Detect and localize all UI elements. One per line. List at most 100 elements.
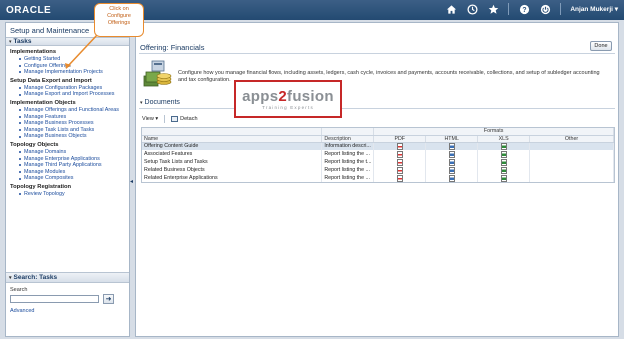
xls-file-icon[interactable]: [500, 150, 507, 158]
search-tasks-panel: ▾ Search: Tasks Search ➜ Advanced: [6, 272, 129, 336]
bullet-icon: [19, 64, 21, 67]
task-link-manage-task-lists[interactable]: Manage Task Lists and Tasks: [10, 127, 128, 134]
advanced-search-link[interactable]: Advanced: [10, 308, 34, 314]
html-file-icon[interactable]: [448, 150, 455, 158]
collapse-triangle-icon[interactable]: ▾: [9, 275, 12, 281]
task-link-label: Manage Business Processes: [24, 120, 94, 127]
table-row[interactable]: Offering Content Guide Information descr…: [142, 142, 614, 150]
callout-line: Offerings: [107, 20, 131, 26]
column-header-name[interactable]: Name: [142, 135, 323, 143]
task-link-label: Manage Enterprise Applications: [24, 155, 100, 162]
tasks-header-label: Tasks: [13, 38, 32, 45]
column-header-description[interactable]: Description: [321, 135, 375, 143]
header-icons: ? Anjan Mukerji ▾: [445, 3, 618, 15]
task-link-review-topology[interactable]: Review Topology: [10, 191, 128, 198]
table-row[interactable]: Related Enterprise Applications Report l…: [142, 174, 614, 182]
detach-button[interactable]: Detach: [171, 116, 198, 122]
task-link-manage-domains[interactable]: Manage Domains: [10, 149, 128, 156]
task-link-manage-business-processes[interactable]: Manage Business Processes: [10, 120, 128, 127]
collapse-triangle-icon[interactable]: ▾: [9, 39, 12, 45]
task-link-configure-offerings[interactable]: Configure Offerings: [10, 63, 128, 70]
power-icon[interactable]: [539, 3, 551, 15]
cell-other: [529, 174, 614, 182]
search-tasks-header[interactable]: ▾ Search: Tasks: [6, 273, 129, 283]
search-input[interactable]: [10, 295, 99, 303]
task-link-label: Manage Third Party Applications: [24, 162, 102, 169]
xls-file-icon[interactable]: [500, 166, 507, 174]
column-header-spacer: [321, 128, 375, 136]
bullet-icon: [19, 109, 21, 112]
task-link-label: Manage Features: [24, 113, 67, 120]
home-icon[interactable]: [445, 3, 457, 15]
search-tasks-title: Search: Tasks: [13, 274, 58, 281]
task-link-manage-configuration-packages[interactable]: Manage Configuration Packages: [10, 85, 128, 92]
user-menu[interactable]: Anjan Mukerji ▾: [570, 5, 618, 13]
bullet-icon: [19, 135, 21, 138]
html-file-icon[interactable]: [448, 166, 455, 174]
task-link-getting-started[interactable]: Getting Started: [10, 56, 128, 63]
task-link-manage-business-objects[interactable]: Manage Business Objects: [10, 133, 128, 140]
cell-name: Related Business Objects: [142, 166, 323, 174]
documents-table: Formats Name Description PDF HTML XLS Ot…: [141, 127, 615, 183]
arrow-right-icon: ➜: [105, 296, 112, 303]
detach-label: Detach: [180, 116, 198, 122]
collapse-triangle-icon[interactable]: ▾: [140, 100, 143, 106]
task-link-manage-modules[interactable]: Manage Modules: [10, 169, 128, 176]
task-link-label: Manage Implementation Projects: [24, 69, 103, 76]
search-go-button[interactable]: ➜: [103, 294, 114, 304]
documents-header[interactable]: ▾ Documents: [140, 99, 180, 106]
table-row[interactable]: Associated Features Report listing the .…: [142, 150, 614, 158]
task-link-manage-composites[interactable]: Manage Composites: [10, 175, 128, 182]
help-icon[interactable]: ?: [518, 3, 530, 15]
task-group-title: Implementation Objects: [10, 99, 76, 106]
task-link-label: Manage Modules: [24, 168, 66, 175]
task-link-manage-enterprise-applications[interactable]: Manage Enterprise Applications: [10, 156, 128, 163]
cell-xls: [477, 174, 531, 182]
cell-pdf: [373, 150, 427, 158]
html-file-icon[interactable]: [448, 158, 455, 166]
task-link-manage-implementation-projects[interactable]: Manage Implementation Projects: [10, 69, 128, 76]
header-divider: [560, 3, 562, 15]
xls-file-icon[interactable]: [500, 158, 507, 166]
instruction-callout: Click on Configure Offerings: [94, 3, 144, 37]
pdf-file-icon[interactable]: [396, 142, 403, 150]
task-link-manage-offerings[interactable]: Manage Offerings and Functional Areas: [10, 107, 128, 114]
tasks-header[interactable]: ▾ Tasks: [6, 37, 129, 46]
pdf-file-icon[interactable]: [396, 158, 403, 166]
xls-file-icon[interactable]: [500, 142, 507, 150]
bullet-icon: [19, 171, 21, 174]
task-link-manage-export-import[interactable]: Manage Export and Import Processes: [10, 91, 128, 98]
pdf-file-icon[interactable]: [396, 166, 403, 174]
task-link-label: Configure Offerings: [24, 62, 71, 69]
cell-xls: [477, 150, 531, 158]
watermark-suffix: fusion: [287, 87, 334, 105]
task-link-manage-third-party-applications[interactable]: Manage Third Party Applications: [10, 162, 128, 169]
task-group-title: Topology Registration: [10, 183, 72, 190]
callout-line: Configure: [107, 13, 131, 19]
bullet-icon: [19, 93, 21, 96]
panel-title: Setup and Maintenance: [10, 26, 90, 35]
pdf-file-icon[interactable]: [396, 174, 403, 182]
task-link-label: Manage Task Lists and Tasks: [24, 126, 95, 133]
view-menu[interactable]: View ▾: [142, 116, 158, 122]
pdf-file-icon[interactable]: [396, 150, 403, 158]
xls-file-icon[interactable]: [500, 174, 507, 182]
page-title: Offering: Financials: [140, 43, 205, 52]
column-header-pdf: PDF: [373, 135, 427, 143]
clock-icon[interactable]: [466, 3, 478, 15]
column-header-xls: XLS: [477, 135, 531, 143]
table-row[interactable]: Setup Task Lists and Tasks Report listin…: [142, 158, 614, 166]
table-row[interactable]: Related Business Objects Report listing …: [142, 166, 614, 174]
apps2fusion-watermark-logo: apps2fusion Training Experts: [234, 80, 342, 118]
task-link-manage-features[interactable]: Manage Features: [10, 114, 128, 121]
cell-description: Report listing the ...: [321, 150, 375, 158]
html-file-icon[interactable]: [448, 174, 455, 182]
bullet-icon: [19, 87, 21, 90]
html-file-icon[interactable]: [448, 142, 455, 150]
task-link-label: Manage Business Objects: [24, 133, 87, 140]
star-icon[interactable]: [487, 3, 499, 15]
bullet-icon: [19, 151, 21, 154]
watermark-prefix: apps: [242, 87, 279, 105]
column-header-other: Other: [529, 135, 614, 143]
done-button[interactable]: Done: [590, 41, 612, 51]
